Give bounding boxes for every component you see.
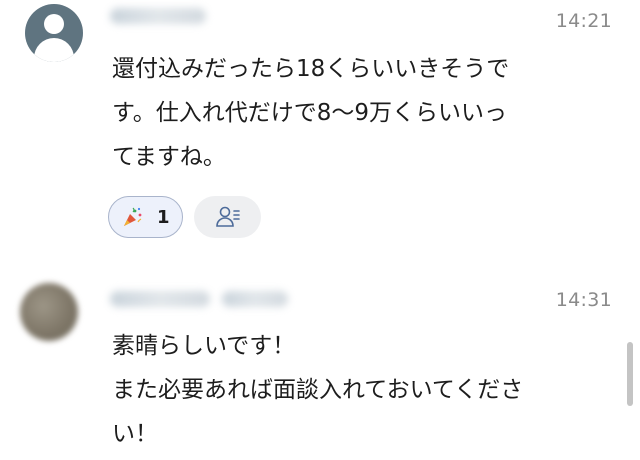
sender-name-redacted — [110, 8, 206, 24]
user-silhouette-icon — [44, 14, 64, 34]
message-item: 14:21 還付込みだったら18くらいいきそうで す。仕入れ代だけで8～9万くら… — [0, 0, 640, 260]
sender-subtitle-redacted — [222, 291, 288, 307]
reaction-users-icon — [214, 203, 242, 231]
avatar[interactable] — [25, 4, 83, 62]
sender-name-redacted — [110, 291, 210, 307]
message-text: 還付込みだったら18くらいいきそうで す。仕入れ代だけで8～9万くらいいっ てま… — [112, 56, 510, 170]
avatar[interactable] — [20, 283, 78, 341]
scrollbar-thumb[interactable] — [627, 342, 633, 406]
message-time: 14:31 — [555, 289, 612, 311]
message-time: 14:21 — [555, 10, 612, 32]
reaction-count: 1 — [157, 206, 170, 228]
reaction-party-popper[interactable]: 1 — [108, 196, 183, 238]
message-text: 素晴らしいです！ また必要あれば面談入れておいてくださ い！ — [112, 333, 524, 447]
add-reaction-button[interactable] — [194, 196, 261, 238]
party-popper-icon — [121, 205, 145, 229]
user-silhouette-body — [34, 38, 74, 62]
